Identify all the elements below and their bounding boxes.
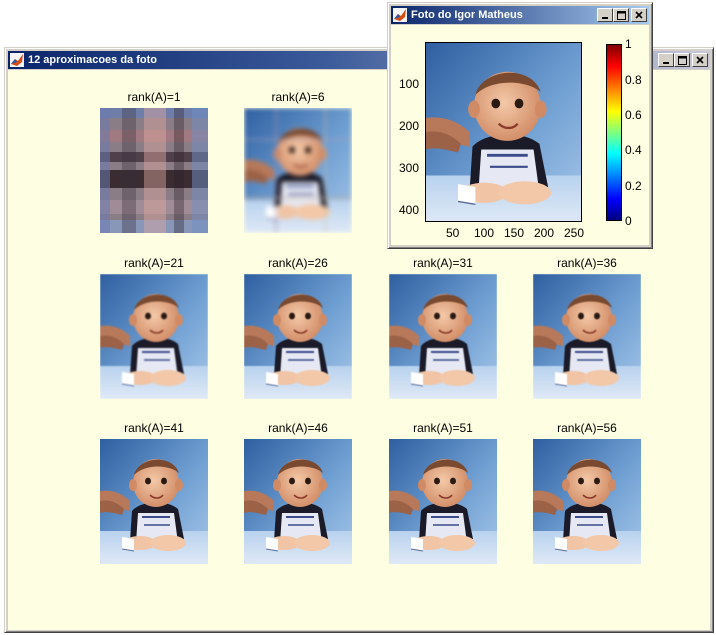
minimize-icon xyxy=(663,62,669,64)
minimize-icon xyxy=(602,17,608,19)
maximize-icon xyxy=(677,55,687,65)
approx-rank-36: rank(A)=36 xyxy=(527,255,647,399)
x-tick-label: 100 xyxy=(474,226,495,240)
y-tick-label: 300 xyxy=(399,161,420,175)
approx-label: rank(A)=41 xyxy=(124,421,184,435)
minimize-button[interactable] xyxy=(658,53,674,67)
approx-image-rank-1 xyxy=(100,108,208,233)
photo-figure-canvas: 100 200 300 400 50 100 150 200 250 1 0.8… xyxy=(391,25,649,245)
approx-rank-21: rank(A)=21 xyxy=(94,255,214,399)
approx-label: rank(A)=36 xyxy=(557,256,617,270)
approx-rank-26: rank(A)=26 xyxy=(238,255,358,399)
photo-axes xyxy=(425,42,582,222)
close-button[interactable] xyxy=(631,8,647,22)
y-tick-label: 200 xyxy=(399,119,420,133)
colorbar xyxy=(606,44,622,221)
maximize-button[interactable] xyxy=(674,53,690,67)
approx-image-rank-6 xyxy=(244,108,352,233)
x-tick-label: 50 xyxy=(446,226,460,240)
matlab-logo-icon xyxy=(10,53,24,67)
approx-rank-46: rank(A)=46 xyxy=(238,420,358,564)
approx-rank-41: rank(A)=41 xyxy=(94,420,214,564)
approx-label: rank(A)=56 xyxy=(557,421,617,435)
approx-rank-1: rank(A)=1 xyxy=(94,89,214,233)
approx-image-rank-51 xyxy=(389,439,497,564)
close-icon xyxy=(696,56,704,64)
photo-window-titlebar[interactable]: Foto do Igor Matheus xyxy=(391,6,649,24)
approx-label: rank(A)=26 xyxy=(268,256,328,270)
colorbar-tick-label: 0 xyxy=(625,214,632,228)
colorbar-tick-label: 0.8 xyxy=(625,73,642,87)
approx-label: rank(A)=21 xyxy=(124,256,184,270)
approx-image-rank-46 xyxy=(244,439,352,564)
matlab-logo-icon xyxy=(393,8,407,22)
photo-image xyxy=(426,43,581,221)
approx-image-rank-26 xyxy=(244,274,352,399)
window-title: Foto do Igor Matheus xyxy=(411,9,523,21)
approx-image-rank-36 xyxy=(533,274,641,399)
approx-label: rank(A)=6 xyxy=(271,90,325,104)
approx-label: rank(A)=51 xyxy=(413,421,473,435)
x-tick-label: 200 xyxy=(534,226,555,240)
colorbar-tick-label: 0.2 xyxy=(625,179,642,193)
approx-label: rank(A)=46 xyxy=(268,421,328,435)
minimize-button[interactable] xyxy=(597,8,613,22)
approx-image-rank-31 xyxy=(389,274,497,399)
approx-image-rank-56 xyxy=(533,439,641,564)
photo-window: Foto do Igor Matheus 100 200 300 400 50 xyxy=(387,2,653,249)
approx-image-rank-21 xyxy=(100,274,208,399)
approx-rank-51: rank(A)=51 xyxy=(383,420,503,564)
close-icon xyxy=(635,11,643,19)
approx-label: rank(A)=1 xyxy=(127,90,181,104)
approx-label: rank(A)=31 xyxy=(413,256,473,270)
approx-rank-31: rank(A)=31 xyxy=(383,255,503,399)
maximize-icon xyxy=(616,10,626,20)
colorbar-tick-label: 0.6 xyxy=(625,108,642,122)
maximize-button[interactable] xyxy=(613,8,629,22)
x-tick-label: 150 xyxy=(504,226,525,240)
y-tick-label: 400 xyxy=(399,203,420,217)
approx-rank-6: rank(A)=6 xyxy=(238,89,358,233)
y-tick-label: 100 xyxy=(399,77,420,91)
colorbar-tick-label: 1 xyxy=(625,37,632,51)
x-tick-label: 250 xyxy=(564,226,585,240)
approx-rank-56: rank(A)=56 xyxy=(527,420,647,564)
close-button[interactable] xyxy=(692,53,708,67)
colorbar-tick-label: 0.4 xyxy=(625,143,642,157)
approx-image-rank-41 xyxy=(100,439,208,564)
